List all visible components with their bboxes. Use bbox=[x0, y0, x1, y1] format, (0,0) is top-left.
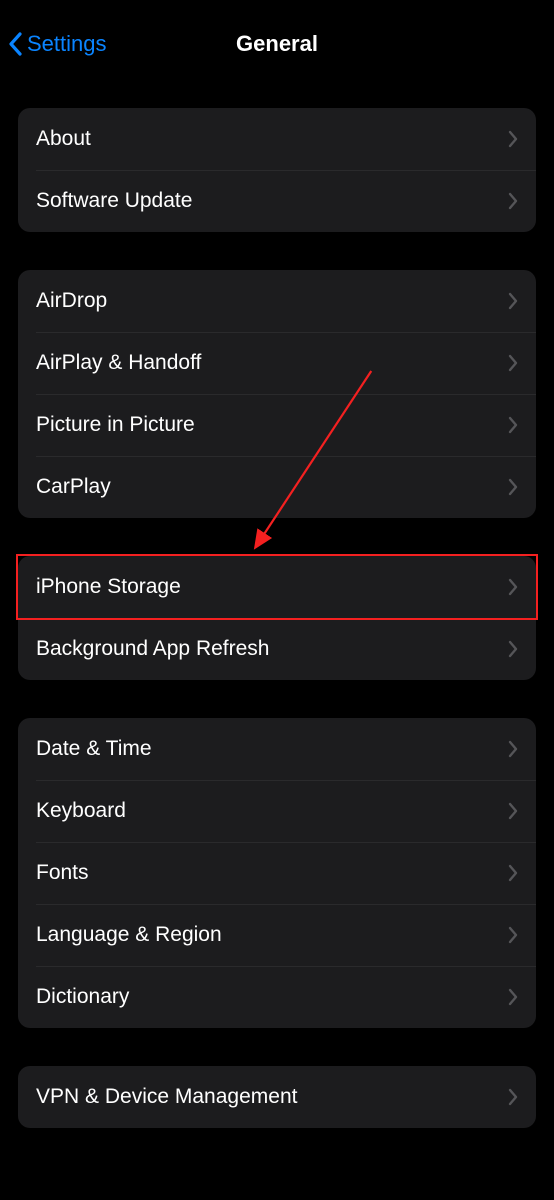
chevron-right-icon bbox=[508, 740, 518, 758]
chevron-right-icon bbox=[508, 292, 518, 310]
row-background-app-refresh[interactable]: Background App Refresh bbox=[18, 618, 536, 680]
row-airdrop[interactable]: AirDrop bbox=[18, 270, 536, 332]
row-label: Dictionary bbox=[36, 985, 129, 1009]
chevron-right-icon bbox=[508, 130, 518, 148]
group-locale: Date & Time Keyboard Fonts Language & Re… bbox=[18, 718, 536, 1028]
back-label: Settings bbox=[27, 31, 107, 57]
row-about[interactable]: About bbox=[18, 108, 536, 170]
row-dictionary[interactable]: Dictionary bbox=[18, 966, 536, 1028]
row-label: Date & Time bbox=[36, 737, 152, 761]
row-label: Background App Refresh bbox=[36, 637, 269, 661]
row-label: VPN & Device Management bbox=[36, 1085, 297, 1109]
chevron-right-icon bbox=[508, 926, 518, 944]
chevron-right-icon bbox=[508, 802, 518, 820]
row-label: CarPlay bbox=[36, 475, 111, 499]
row-label: About bbox=[36, 127, 91, 151]
chevron-right-icon bbox=[508, 864, 518, 882]
chevron-right-icon bbox=[508, 988, 518, 1006]
row-label: AirPlay & Handoff bbox=[36, 351, 201, 375]
row-date-time[interactable]: Date & Time bbox=[18, 718, 536, 780]
back-button[interactable]: Settings bbox=[8, 0, 107, 88]
nav-bar: Settings General bbox=[0, 0, 554, 88]
row-label: Picture in Picture bbox=[36, 413, 195, 437]
row-language-region[interactable]: Language & Region bbox=[18, 904, 536, 966]
row-label: iPhone Storage bbox=[36, 575, 181, 599]
row-fonts[interactable]: Fonts bbox=[18, 842, 536, 904]
chevron-left-icon bbox=[8, 32, 23, 56]
page-title: General bbox=[236, 31, 318, 57]
group-vpn: VPN & Device Management bbox=[18, 1066, 536, 1128]
row-software-update[interactable]: Software Update bbox=[18, 170, 536, 232]
group-storage: iPhone Storage Background App Refresh bbox=[18, 556, 536, 680]
row-keyboard[interactable]: Keyboard bbox=[18, 780, 536, 842]
chevron-right-icon bbox=[508, 478, 518, 496]
row-vpn-device-management[interactable]: VPN & Device Management bbox=[18, 1066, 536, 1128]
row-airplay-handoff[interactable]: AirPlay & Handoff bbox=[18, 332, 536, 394]
row-picture-in-picture[interactable]: Picture in Picture bbox=[18, 394, 536, 456]
group-about: About Software Update bbox=[18, 108, 536, 232]
chevron-right-icon bbox=[508, 192, 518, 210]
chevron-right-icon bbox=[508, 354, 518, 372]
row-label: Software Update bbox=[36, 189, 192, 213]
row-iphone-storage[interactable]: iPhone Storage bbox=[18, 556, 536, 618]
chevron-right-icon bbox=[508, 1088, 518, 1106]
chevron-right-icon bbox=[508, 578, 518, 596]
row-carplay[interactable]: CarPlay bbox=[18, 456, 536, 518]
row-label: Language & Region bbox=[36, 923, 222, 947]
chevron-right-icon bbox=[508, 416, 518, 434]
chevron-right-icon bbox=[508, 640, 518, 658]
row-label: Fonts bbox=[36, 861, 89, 885]
group-connectivity: AirDrop AirPlay & Handoff Picture in Pic… bbox=[18, 270, 536, 518]
row-label: Keyboard bbox=[36, 799, 126, 823]
content: About Software Update AirDrop AirPlay & … bbox=[0, 108, 554, 1128]
row-label: AirDrop bbox=[36, 289, 107, 313]
